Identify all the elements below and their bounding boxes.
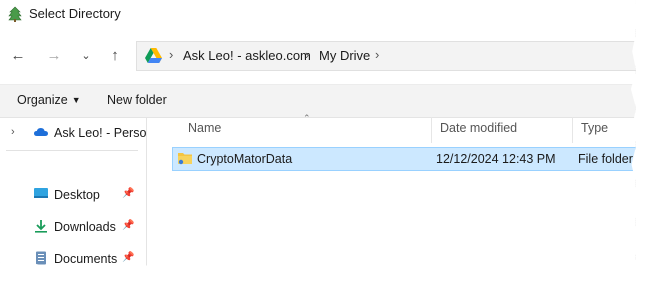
window-title: Select Directory [29,6,121,21]
sidebar-item-documents[interactable]: Documents 📌 [0,248,146,268]
sidebar-item-label: Documents [54,252,118,266]
folder-icon [178,153,192,165]
column-header-type[interactable]: Type [573,117,636,143]
divider [6,150,138,151]
pin-icon[interactable]: 📌 [122,188,134,199]
breadcrumb-my-drive[interactable]: My Drive [319,48,370,63]
column-header-label: Date modified [440,121,518,135]
new-folder-button[interactable]: New folder [107,93,167,107]
column-header-name[interactable]: Name [180,117,432,143]
file-list: ⌃ Name Date modified Type CryptoMatorDat… [147,113,636,268]
onedrive-cloud-icon [34,128,48,136]
column-header-date-modified[interactable]: Date modified [432,117,572,143]
command-bar: Organize ▼ New folder [0,84,636,118]
column-header-label: Name [188,121,222,135]
sidebar-item-desktop[interactable]: Desktop 📌 [0,184,146,206]
desktop-icon [34,188,48,198]
up-arrow-icon[interactable]: ↑ [105,46,125,66]
app-logo-icon [8,6,22,22]
address-bar[interactable]: › Ask Leo! - askleo.com › My Drive › [136,41,636,71]
forward-arrow-icon[interactable]: → [44,46,64,66]
pin-icon[interactable]: 📌 [122,220,134,231]
sidebar-item-label: Desktop [54,188,100,202]
tree-item-cloud[interactable]: › Ask Leo! - Perso [0,122,146,144]
pin-icon[interactable]: 📌 [122,252,134,263]
navigation-pane: › Ask Leo! - Perso Desktop 📌 Downloads 📌 [0,117,147,268]
select-directory-dialog: Select Directory ← → ⌄ ↑ › Ask Leo! - as… [0,0,636,268]
navigation-bar: ← → ⌄ ↑ › Ask Leo! - askleo.com › My Dri… [0,36,636,76]
file-name: CryptoMatorData [197,152,293,166]
google-drive-icon [145,48,162,63]
document-icon [36,251,46,265]
breadcrumb-chevron-icon: › [375,47,380,62]
tree-item-label: Ask Leo! - Perso [54,126,147,140]
sidebar-item-label: Downloads [54,220,116,234]
breadcrumb-ask-leo[interactable]: Ask Leo! - askleo.com [183,48,311,63]
file-type: File folder [578,152,633,166]
dropdown-caret-icon: ▼ [71,95,81,105]
breadcrumb-chevron-icon: › [169,47,174,62]
back-arrow-icon[interactable]: ← [8,46,28,66]
file-date-modified: 12/12/2024 12:43 PM [436,152,556,166]
recent-locations-chevron-icon[interactable]: ⌄ [76,46,96,66]
organize-button[interactable]: Organize ▼ [17,93,81,107]
expand-chevron-icon[interactable]: › [11,126,15,138]
download-icon [35,220,47,233]
column-header-label: Type [581,121,609,135]
title-bar: Select Directory [0,0,636,28]
sidebar-item-downloads[interactable]: Downloads 📌 [0,216,146,238]
breadcrumb-chevron-icon: › [305,47,310,62]
table-row[interactable]: CryptoMatorData 12/12/2024 12:43 PM File… [172,147,636,171]
organize-label: Organize [17,93,68,107]
